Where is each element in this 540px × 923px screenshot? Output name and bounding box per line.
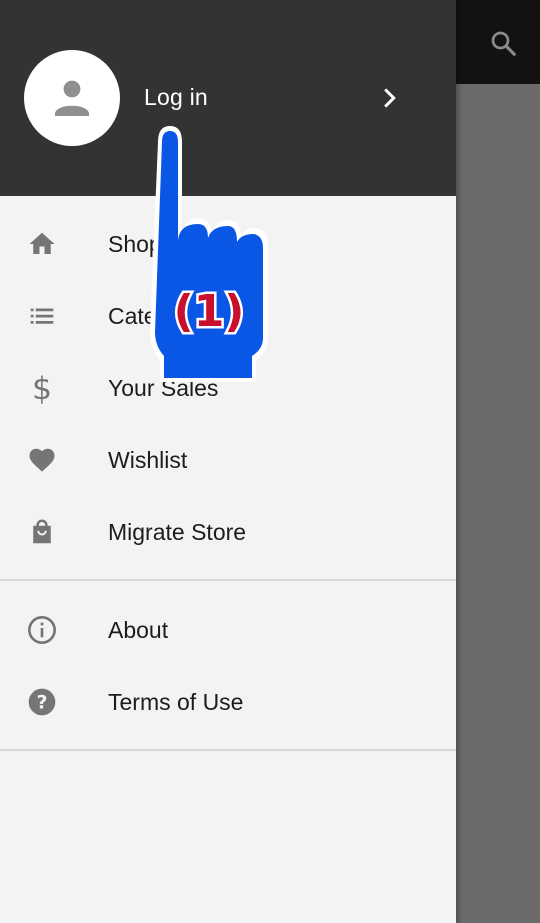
menu-item-wishlist[interactable]: Wishlist [0,424,456,496]
person-icon [55,80,89,116]
divider [0,749,456,751]
menu-label: Terms of Use [108,689,244,715]
svg-text:$: $ [32,371,52,405]
divider [0,579,456,581]
avatar[interactable] [24,50,120,146]
menu-label: Migrate Store [108,519,247,545]
menu-item-terms-of-use[interactable]: ? Terms of Use [0,666,456,738]
search-icon[interactable] [486,26,520,60]
help-icon: ? [24,684,60,720]
home-icon [24,226,60,262]
dollar-icon: $ [24,370,60,406]
heart-icon [24,442,60,478]
menu-item-about[interactable]: About [0,594,456,666]
tutorial-hand-pointer: (1) [140,120,280,395]
list-icon [24,298,60,334]
bag-icon [24,514,60,550]
chevron-right-icon[interactable] [376,84,404,112]
svg-text:?: ? [37,693,48,714]
info-icon [24,612,60,648]
secondary-menu: About ? Terms of Use [0,594,456,738]
menu-label: Wishlist [108,447,188,473]
login-label[interactable]: Log in [144,84,208,111]
menu-label: About [108,617,169,643]
tutorial-step-label: (1) [174,286,245,337]
menu-item-migrate-store[interactable]: Migrate Store [0,496,456,568]
